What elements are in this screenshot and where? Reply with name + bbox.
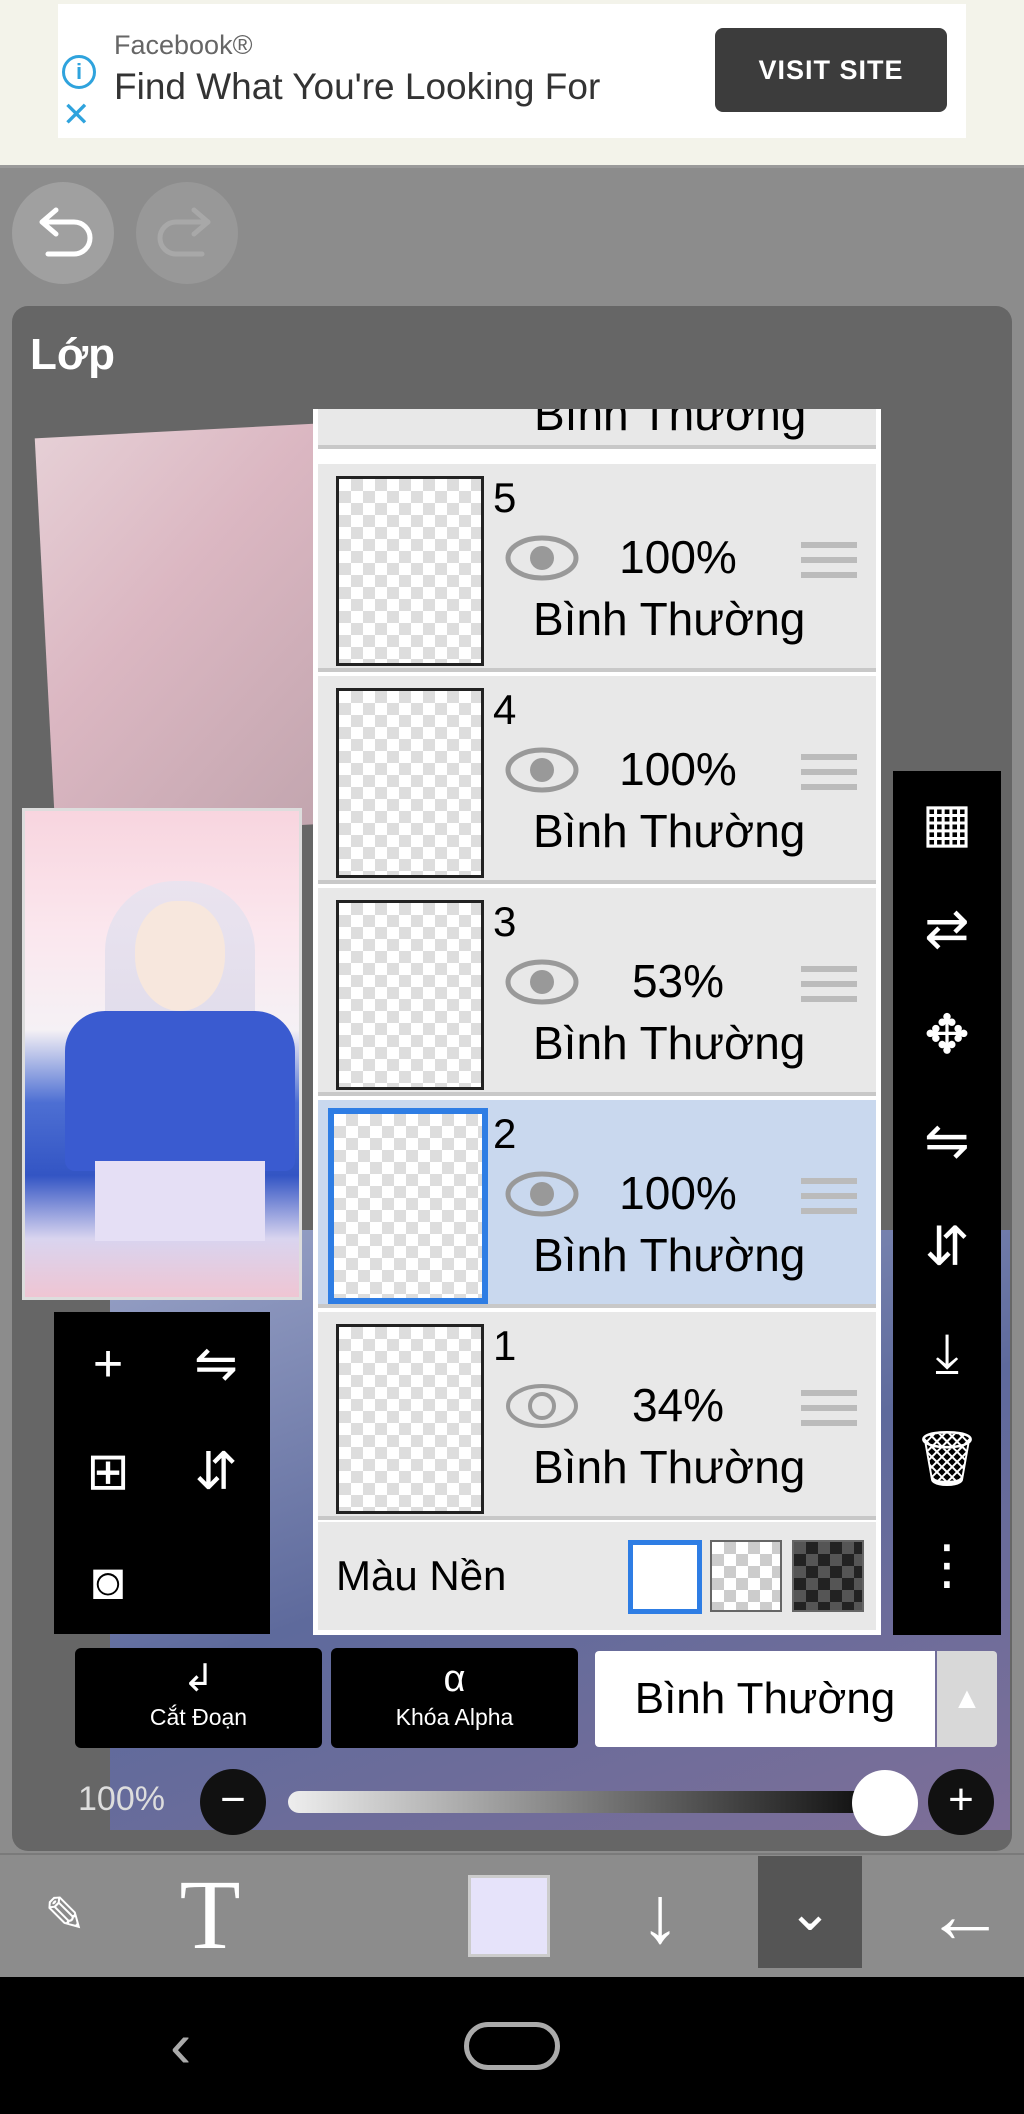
preview-jacket [65, 1011, 295, 1171]
layer-thumbnail[interactable] [336, 900, 484, 1090]
preview-skirt [95, 1161, 265, 1241]
chevron-up-icon[interactable]: ▲ [937, 1651, 997, 1747]
layer-mode: Bình Thường [534, 409, 807, 440]
layer-number: 1 [493, 1322, 517, 1369]
layer-thumbnail[interactable] [336, 476, 484, 666]
opacity-slider[interactable] [288, 1791, 908, 1813]
opacity-minus-button[interactable]: − [200, 1769, 266, 1835]
redo-button[interactable] [136, 182, 238, 284]
add-layer-icon[interactable]: + [54, 1312, 162, 1416]
current-color-swatch[interactable] [468, 1875, 550, 1957]
nav-back-icon[interactable]: ‹ [170, 2008, 191, 2082]
background-white-swatch[interactable] [628, 1540, 702, 1614]
arrow-down-icon[interactable]: ↓ [610, 1853, 710, 1977]
camera-icon[interactable]: ◙ [54, 1530, 162, 1634]
layer-opacity: 100% [619, 743, 737, 795]
blend-mode-select[interactable]: Bình Thường [595, 1651, 935, 1747]
visit-site-button[interactable]: VISIT SITE [715, 28, 947, 112]
eye-icon[interactable] [504, 1380, 580, 1432]
layer-mode: Bình Thường [533, 1441, 806, 1493]
drag-handle-icon[interactable] [801, 1178, 857, 1218]
layer-opacity: 34% [631, 1379, 725, 1431]
background-dark-swatch[interactable] [792, 1540, 864, 1612]
layer-thumbnail[interactable] [336, 688, 484, 878]
clipping-icon: ↲ [182, 1658, 215, 1700]
clipping-label: Cắt Đoạn [149, 1704, 248, 1730]
redo-icon [157, 207, 211, 257]
ad-banner[interactable]: i ✕ Facebook® Find What You're Looking F… [0, 0, 1024, 168]
back-arrow-icon[interactable]: ← [910, 1853, 1020, 1977]
layer-number: 5 [493, 474, 517, 521]
drag-handle-icon[interactable] [801, 966, 857, 1006]
ad-source: Facebook® [114, 30, 253, 60]
close-icon[interactable]: ✕ [62, 98, 91, 132]
background-transparent-swatch[interactable] [710, 1540, 782, 1612]
merge-down-icon[interactable]: ⤓ [893, 1301, 1001, 1405]
trash-icon[interactable]: 🗑 [893, 1407, 1001, 1511]
transform-icon[interactable]: ⇄ [893, 877, 1001, 981]
layer-row-partial[interactable]: Bình Thường [318, 409, 876, 449]
layer-tools-right: ▦ ⇄ ✥ ⇋ ⇵ ⤓ 🗑 ⋮ [893, 771, 1001, 1635]
eye-icon[interactable] [504, 744, 580, 796]
transparency-icon[interactable]: ▦ [893, 771, 1001, 875]
lock-icon: α [443, 1658, 466, 1700]
add-layer-from-image-icon[interactable]: ⊞ [54, 1420, 162, 1524]
more-icon[interactable]: ⋮ [893, 1513, 1001, 1617]
undo-button[interactable] [12, 182, 114, 284]
collapse-icon[interactable]: ⌄ [758, 1856, 862, 1968]
clipping-button[interactable]: ↲ Cắt Đoạn [75, 1648, 322, 1748]
opacity-slider-handle[interactable] [852, 1770, 918, 1836]
layer-thumbnail[interactable] [328, 1108, 488, 1304]
eye-icon[interactable] [504, 532, 580, 584]
layer-opacity: 53% [631, 955, 725, 1007]
flip-v-icon[interactable]: ⇵ [893, 1195, 1001, 1299]
drag-handle-icon[interactable] [801, 1390, 857, 1430]
layer-mode: Bình Thường [533, 1017, 806, 1069]
panel-title: Lớp [30, 330, 116, 379]
background-color-row: Màu Nền [318, 1522, 876, 1630]
layer-mode: Bình Thường [533, 1229, 806, 1281]
opacity-plus-button[interactable]: + [928, 1769, 994, 1835]
drag-handle-icon[interactable] [801, 754, 857, 794]
layer-row-3[interactable]: 3 53% Bình Thường [318, 888, 876, 1096]
layer-number: 4 [493, 686, 517, 733]
alpha-lock-button[interactable]: α Khóa Alpha [331, 1648, 578, 1748]
preview-face [135, 901, 225, 1011]
nav-home-icon[interactable] [464, 2022, 560, 2070]
alpha-lock-label: Khóa Alpha [395, 1704, 514, 1730]
opacity-value: 100% [78, 1780, 165, 1818]
brush-eraser-icon[interactable]: ✎ [10, 1853, 120, 1977]
ad-headline[interactable]: Find What You're Looking For [114, 66, 600, 108]
layer-row-1[interactable]: 1 34% Bình Thường [318, 1312, 876, 1520]
layer-number: 2 [493, 1110, 517, 1157]
layer-mode: Bình Thường [533, 805, 806, 857]
layer-row-5[interactable]: 5 100% Bình Thường [318, 464, 876, 672]
camera-tool: ◙ [54, 1530, 162, 1634]
layer-opacity: 100% [619, 1167, 737, 1219]
layer-row-2[interactable]: 2 100% Bình Thường [318, 1100, 876, 1308]
eye-icon[interactable] [504, 956, 580, 1008]
flip-h-icon[interactable]: ⇋ [893, 1089, 1001, 1193]
layer-number: 3 [493, 898, 517, 945]
layer-mode: Bình Thường [533, 593, 806, 645]
drag-handle-icon[interactable] [801, 542, 857, 582]
layer-row-4[interactable]: 4 100% Bình Thường [318, 676, 876, 884]
undo-icon [39, 207, 93, 257]
artwork-preview [22, 808, 302, 1300]
flip-vertical-icon[interactable]: ⇵ [162, 1420, 270, 1524]
background-label: Màu Nền [336, 1552, 507, 1599]
text-tool-icon[interactable]: T [150, 1853, 270, 1977]
layer-opacity: 100% [619, 531, 737, 583]
eye-icon[interactable] [504, 1168, 580, 1220]
move-icon[interactable]: ✥ [893, 983, 1001, 1087]
layer-thumbnail[interactable] [336, 1324, 484, 1514]
info-icon[interactable]: i [62, 55, 96, 89]
flip-horizontal-icon[interactable]: ⇋ [162, 1312, 270, 1416]
